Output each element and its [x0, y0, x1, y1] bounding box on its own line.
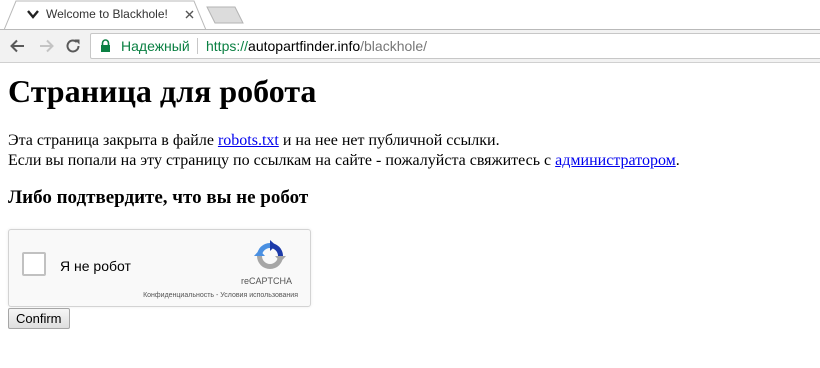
reload-icon[interactable] [64, 37, 82, 55]
para-line1-tail: и на нее нет публичной ссылки. [278, 132, 500, 149]
administrator-link[interactable]: администратором [555, 152, 676, 169]
recaptcha-brand: reCAPTCHA [241, 276, 293, 286]
browser-tab[interactable]: Welcome to Blackhole! [4, 0, 206, 30]
close-icon[interactable] [183, 8, 196, 21]
intro-paragraph: Эта страница закрыта в файле robots.txt … [8, 131, 680, 171]
url-host: autopartfinder.info [248, 38, 361, 54]
secure-label: Надежный [121, 38, 190, 54]
back-arrow-icon[interactable] [9, 37, 27, 55]
omnibox-separator [197, 38, 198, 54]
browser-toolbar: Надежный https://autopartfinder.info/bla… [0, 30, 820, 63]
confirm-heading: Либо подтвердите, что вы не робот [8, 187, 309, 208]
url-text[interactable]: https://autopartfinder.info/blackhole/ [206, 38, 427, 54]
url-scheme: https:// [206, 38, 249, 54]
confirm-button[interactable]: Confirm [8, 308, 70, 329]
address-bar[interactable]: Надежный https://autopartfinder.info/bla… [90, 33, 820, 59]
forward-arrow-icon[interactable] [37, 37, 55, 55]
recaptcha-label: Я не робот [60, 258, 131, 274]
para-line2-text: Если вы попали на эту страницу по ссылка… [8, 152, 556, 169]
recaptcha-widget: Я не робот reCAPTCHA Конфиденциальность … [8, 229, 311, 307]
para-line2-tail: . [675, 152, 680, 169]
robots-txt-link[interactable]: robots.txt [218, 132, 279, 149]
url-path: /blackhole/ [360, 38, 428, 54]
recaptcha-logo-icon [254, 240, 286, 269]
lock-icon [101, 39, 110, 52]
chevron-down-icon [27, 10, 39, 19]
new-tab-button[interactable] [206, 6, 244, 24]
recaptcha-terms-links[interactable]: Конфиденциальность - Условия использован… [143, 292, 298, 299]
para-line1-text: Эта страница закрыта в файле [8, 132, 218, 149]
page-title: Страница для робота [8, 73, 317, 109]
recaptcha-checkbox[interactable] [22, 252, 46, 276]
tab-strip: Welcome to Blackhole! [0, 0, 820, 30]
tab-title: Welcome to Blackhole! [46, 7, 168, 21]
